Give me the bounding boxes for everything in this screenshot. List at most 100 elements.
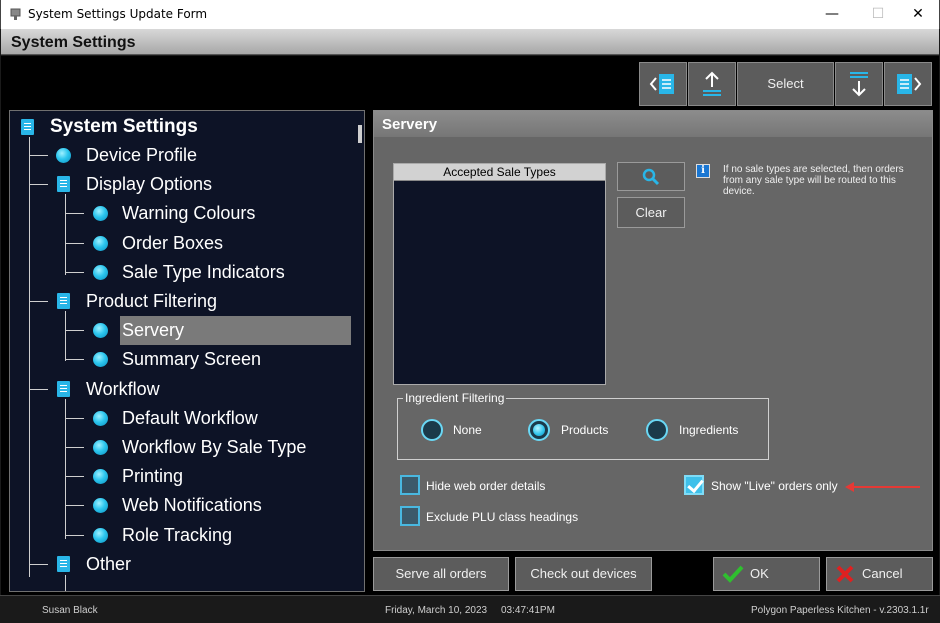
radio-ingredients-label: Ingredients — [679, 423, 739, 437]
tree-connector — [30, 301, 48, 302]
tree-item-label: Other — [86, 554, 132, 574]
tree-root-label: System Settings — [50, 116, 198, 137]
bullet-icon — [93, 528, 108, 543]
next-page-button[interactable] — [884, 62, 932, 106]
tree-item-label: Warning Colours — [122, 203, 256, 223]
minimize-button[interactable]: — — [809, 0, 855, 29]
tree-item-label: Role Tracking — [122, 525, 233, 545]
prev-page-button[interactable] — [639, 62, 687, 106]
title-bar: System Settings Update Form — ☐ ✕ — [0, 0, 940, 29]
check-out-devices-button[interactable]: Check out devices — [515, 557, 652, 591]
document-icon — [57, 293, 70, 309]
info-icon: i — [696, 164, 710, 178]
move-top-button[interactable] — [688, 62, 736, 106]
upload-icon — [703, 71, 721, 96]
bullet-icon — [93, 206, 108, 221]
tree-item-printing[interactable]: Printing — [10, 464, 350, 490]
status-product: Polygon Paperless Kitchen - v.2303.1.1r — [751, 605, 929, 616]
radio-ingredients[interactable] — [646, 419, 668, 441]
show-live-label: Show "Live" orders only — [711, 479, 838, 493]
prev-page-icon — [649, 74, 674, 94]
bullet-icon — [93, 469, 108, 484]
radio-products-label: Products — [561, 423, 609, 437]
exclude-plu-label: Exclude PLU class headings — [426, 510, 579, 524]
bullet-icon — [93, 498, 108, 513]
tree-item-label: Summary Screen — [122, 349, 262, 369]
tree-item-role-tracking[interactable]: Role Tracking — [10, 523, 350, 549]
tree-connector — [66, 243, 84, 244]
radio-products[interactable] — [528, 419, 550, 441]
select-button[interactable]: Select — [737, 62, 834, 106]
status-bar: Susan Black Friday, March 10, 2023 03:47… — [0, 595, 940, 623]
bullet-icon — [93, 411, 108, 426]
tree-item-sale-type-indicators[interactable]: Sale Type Indicators — [10, 260, 350, 286]
tree-scrollbar[interactable] — [358, 125, 362, 143]
close-button[interactable]: ✕ — [895, 0, 940, 29]
tree-connector — [30, 564, 48, 565]
radio-none[interactable] — [421, 419, 443, 441]
bullet-icon — [93, 352, 108, 367]
ingredient-filtering-label: Ingredient Filtering — [403, 391, 507, 405]
accepted-sale-types-list[interactable]: Accepted Sale Types — [393, 163, 606, 385]
cancel-button[interactable]: Cancel — [826, 557, 933, 591]
bullet-icon — [93, 440, 108, 455]
bullet-icon — [56, 148, 71, 163]
tree-item-label: Default Workflow — [122, 408, 258, 428]
tree-connector — [66, 447, 84, 448]
radio-none-label: None — [453, 423, 482, 437]
tree-item-summary-screen[interactable]: Summary Screen — [10, 347, 350, 373]
tree-item-other[interactable]: Other — [10, 552, 350, 578]
tree-connector — [66, 505, 84, 506]
tree-item-display-options[interactable]: Display Options — [10, 172, 350, 198]
tree-item-label: Workflow — [86, 379, 160, 399]
tree-item-default-workflow[interactable]: Default Workflow — [10, 406, 350, 432]
clear-button[interactable]: Clear — [617, 197, 685, 228]
tree-item-web-notifications[interactable]: Web Notifications — [10, 493, 350, 519]
annotation-arrow-head — [845, 482, 854, 492]
move-bottom-button[interactable] — [835, 62, 883, 106]
tree-root[interactable]: System Settings — [10, 114, 350, 140]
tree-item-label: Web Notifications — [122, 495, 262, 515]
tree-item-device-profile[interactable]: Device Profile — [10, 143, 350, 169]
tree-item-product-filtering[interactable]: Product Filtering — [10, 289, 350, 315]
tree-item-label: Printing — [122, 466, 184, 486]
tree-connector — [66, 418, 84, 419]
app-icon — [10, 8, 21, 20]
tree-item-order-boxes[interactable]: Order Boxes — [10, 231, 350, 257]
hide-web-order-checkbox[interactable] — [400, 475, 420, 495]
status-user: Susan Black — [42, 605, 98, 616]
next-page-icon — [897, 74, 922, 94]
hide-web-order-label: Hide web order details — [426, 479, 546, 493]
search-sale-types-button[interactable] — [617, 162, 685, 191]
tree-item-workflow-by-sale-type[interactable]: Workflow By Sale Type — [10, 435, 350, 461]
bullet-icon — [93, 265, 108, 280]
status-time: 03:47:41PM — [501, 605, 555, 616]
checkmark-icon — [722, 565, 744, 583]
tree-connector — [66, 359, 84, 360]
document-icon — [21, 119, 34, 135]
document-icon — [57, 556, 70, 572]
settings-tree[interactable]: System Settings Device Profile Display Op… — [9, 110, 365, 592]
tree-connector — [30, 389, 48, 390]
sale-types-header: Accepted Sale Types — [394, 164, 605, 181]
download-icon — [850, 72, 868, 97]
tree-item-label: Servery — [122, 320, 185, 340]
tree-item-servery[interactable]: Servery — [10, 318, 350, 344]
cancel-x-icon — [836, 565, 854, 583]
tree-item-label: Order Boxes — [122, 233, 224, 253]
ok-button[interactable]: OK — [713, 557, 820, 591]
tree-connector — [66, 213, 84, 214]
cancel-label: Cancel — [862, 566, 903, 581]
serve-all-orders-button[interactable]: Serve all orders — [373, 557, 509, 591]
tree-item-workflow[interactable]: Workflow — [10, 377, 350, 403]
show-live-checkbox[interactable] — [684, 475, 704, 495]
tree-item-label: Device Profile — [86, 145, 198, 165]
bullet-icon — [93, 236, 108, 251]
tree-connector — [30, 155, 48, 156]
status-date: Friday, March 10, 2023 — [385, 605, 488, 616]
tree-connector — [66, 272, 84, 273]
tree-connector — [66, 535, 84, 536]
exclude-plu-checkbox[interactable] — [400, 506, 420, 526]
tree-item-warning-colours[interactable]: Warning Colours — [10, 201, 350, 227]
tree-item-label: Display Options — [86, 174, 213, 194]
